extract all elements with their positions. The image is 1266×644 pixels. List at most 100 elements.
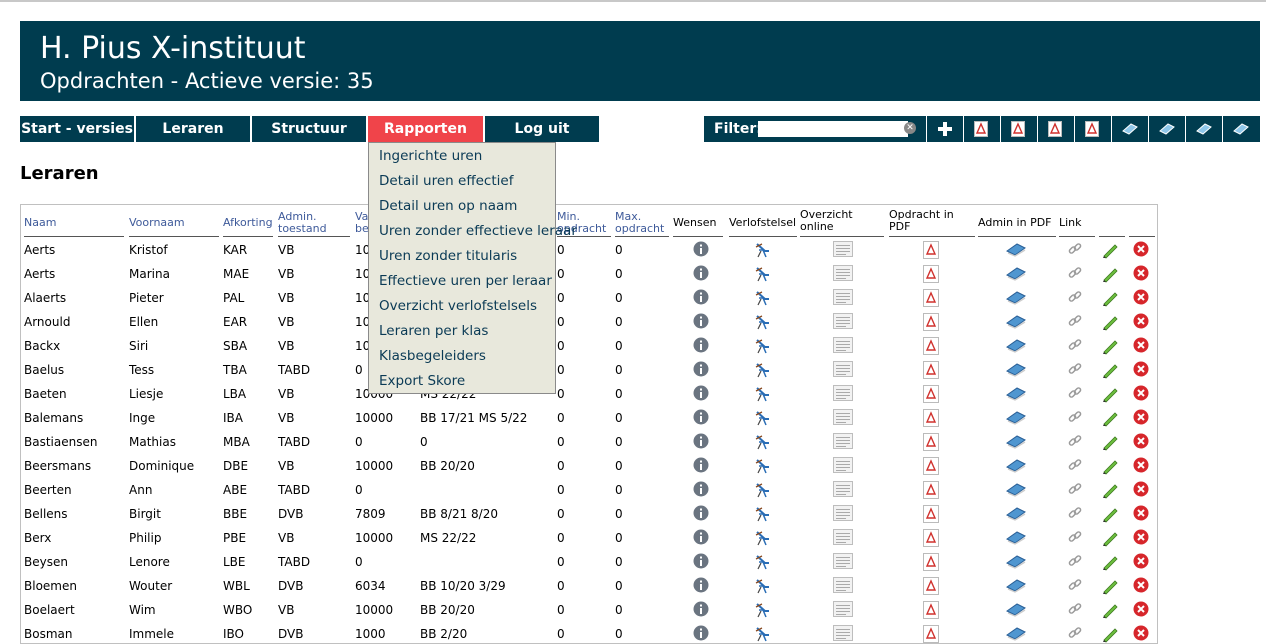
beach-chair-icon[interactable] [754,337,772,359]
edit-pencil-icon[interactable] [1101,361,1119,383]
pdf-icon[interactable] [923,265,939,287]
info-icon[interactable] [693,553,709,573]
eraser-button-1[interactable] [1111,116,1147,142]
info-icon[interactable] [693,481,709,501]
book-icon[interactable] [1006,265,1026,285]
info-icon[interactable] [693,385,709,405]
info-icon[interactable] [693,361,709,381]
beach-chair-icon[interactable] [754,577,772,599]
nav-structuur[interactable]: Structuur [252,116,366,142]
link-icon[interactable] [1067,529,1083,549]
overview-icon[interactable] [833,481,853,501]
menu-uren-zonder-titularis[interactable]: Uren zonder titularis [379,244,517,269]
edit-pencil-icon[interactable] [1101,601,1119,623]
overview-icon[interactable] [833,265,853,285]
info-icon[interactable] [693,601,709,621]
beach-chair-icon[interactable] [754,241,772,263]
overview-icon[interactable] [833,361,853,381]
link-icon[interactable] [1067,337,1083,357]
overview-icon[interactable] [833,625,853,643]
link-icon[interactable] [1067,289,1083,309]
eraser-button-3[interactable] [1185,116,1221,142]
pdf-icon[interactable] [923,313,939,335]
pdf-icon[interactable] [923,337,939,359]
beach-chair-icon[interactable] [754,265,772,287]
info-icon[interactable] [693,265,709,285]
info-icon[interactable] [693,337,709,357]
edit-pencil-icon[interactable] [1101,481,1119,503]
delete-icon[interactable] [1133,553,1149,573]
edit-pencil-icon[interactable] [1101,529,1119,551]
overview-icon[interactable] [833,601,853,621]
link-icon[interactable] [1067,505,1083,525]
pdf-icon[interactable] [923,241,939,263]
overview-icon[interactable] [833,457,853,477]
header-afkorting[interactable]: Afkorting [223,217,273,237]
book-icon[interactable] [1006,409,1026,429]
delete-icon[interactable] [1133,337,1149,357]
header-voornaam[interactable]: Voornaam [129,217,219,237]
pdf-icon[interactable] [923,529,939,551]
pdf-icon[interactable] [923,625,939,643]
delete-icon[interactable] [1133,265,1149,285]
beach-chair-icon[interactable] [754,457,772,479]
header-naam[interactable]: Naam [24,217,124,237]
book-icon[interactable] [1006,553,1026,573]
link-icon[interactable] [1067,265,1083,285]
info-icon[interactable] [693,313,709,333]
menu-ingerichte-uren[interactable]: Ingerichte uren [379,144,482,169]
info-icon[interactable] [693,529,709,549]
delete-icon[interactable] [1133,601,1149,621]
beach-chair-icon[interactable] [754,289,772,311]
delete-icon[interactable] [1133,457,1149,477]
beach-chair-icon[interactable] [754,385,772,407]
link-icon[interactable] [1067,601,1083,621]
overview-icon[interactable] [833,241,853,261]
pdf-icon[interactable] [923,457,939,479]
edit-pencil-icon[interactable] [1101,337,1119,359]
pdf-icon[interactable] [923,385,939,407]
book-icon[interactable] [1006,313,1026,333]
menu-klasbegeleiders[interactable]: Klasbegeleiders [379,344,486,369]
link-icon[interactable] [1067,409,1083,429]
edit-pencil-icon[interactable] [1101,457,1119,479]
info-icon[interactable] [693,457,709,477]
info-icon[interactable] [693,505,709,525]
pdf-icon[interactable] [923,553,939,575]
book-icon[interactable] [1006,529,1026,549]
delete-icon[interactable] [1133,577,1149,597]
pdf-icon[interactable] [923,577,939,599]
eraser-button-4[interactable] [1222,116,1258,142]
pdf-export-button-2[interactable] [1000,116,1036,142]
overview-icon[interactable] [833,313,853,333]
overview-icon[interactable] [833,433,853,453]
pdf-icon[interactable] [923,289,939,311]
menu-uren-zonder-effectieve-leraar[interactable]: Uren zonder effectieve leraar [379,219,577,244]
link-icon[interactable] [1067,457,1083,477]
link-icon[interactable] [1067,241,1083,261]
delete-icon[interactable] [1133,361,1149,381]
overview-icon[interactable] [833,289,853,309]
overview-icon[interactable] [833,385,853,405]
delete-icon[interactable] [1133,625,1149,643]
pdf-export-button-4[interactable] [1074,116,1110,142]
nav-leraren[interactable]: Leraren [136,116,250,142]
book-icon[interactable] [1006,601,1026,621]
pdf-icon[interactable] [923,481,939,503]
edit-pencil-icon[interactable] [1101,433,1119,455]
book-icon[interactable] [1006,385,1026,405]
filter-input[interactable] [758,121,908,137]
header-max-opdracht[interactable]: Max. opdracht [615,211,669,237]
beach-chair-icon[interactable] [754,529,772,551]
beach-chair-icon[interactable] [754,505,772,527]
delete-icon[interactable] [1133,289,1149,309]
eraser-button-2[interactable] [1148,116,1184,142]
menu-overzicht-verlofstelsels[interactable]: Overzicht verlofstelsels [379,294,537,319]
pdf-icon[interactable] [923,601,939,623]
delete-icon[interactable] [1133,241,1149,261]
menu-leraren-per-klas[interactable]: Leraren per klas [379,319,488,344]
delete-icon[interactable] [1133,433,1149,453]
edit-pencil-icon[interactable] [1101,385,1119,407]
edit-pencil-icon[interactable] [1101,265,1119,287]
info-icon[interactable] [693,289,709,309]
